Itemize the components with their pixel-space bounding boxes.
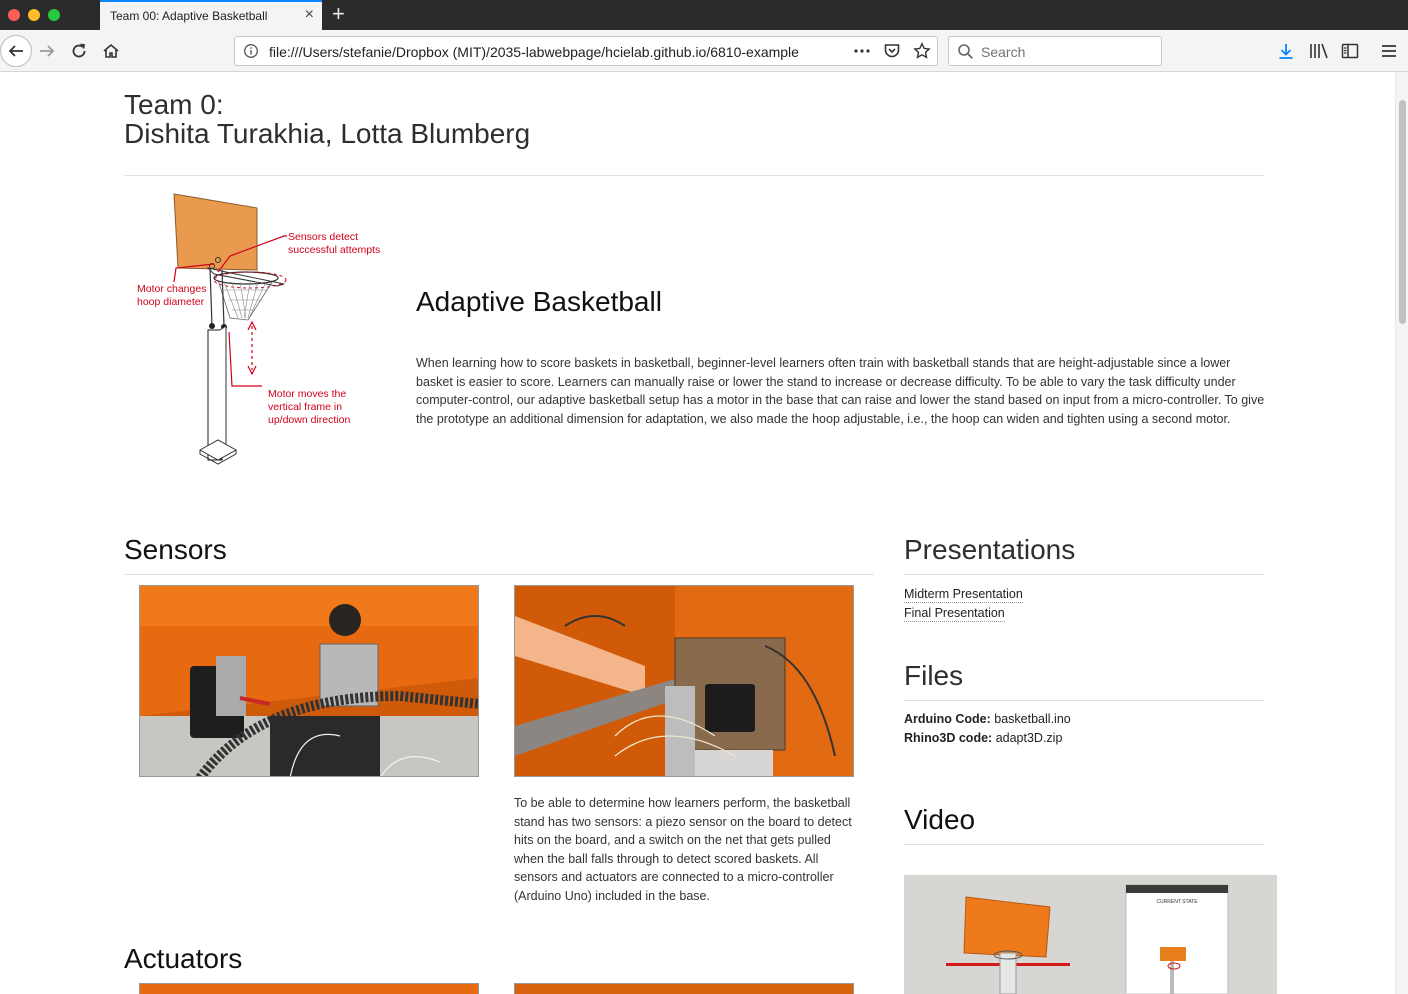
label-frame-line1: Motor moves the (268, 388, 346, 400)
file-arduino-label: Arduino Code: (904, 712, 991, 726)
search-bar[interactable]: Search (948, 36, 1162, 66)
label-hoop-line2: hoop diameter (137, 296, 205, 308)
window-titlebar: Team 00: Adaptive Basketball × + (0, 0, 1408, 30)
actuators-heading: Actuators (124, 943, 243, 974)
close-window-button[interactable] (8, 9, 20, 21)
video-player[interactable]: CURRENT STATE (904, 875, 1277, 994)
team-number: Team 0: (124, 89, 224, 120)
project-title: Adaptive Basketball (416, 286, 662, 317)
sensor-photo-switch (514, 585, 854, 777)
scrollbar-thumb[interactable] (1399, 100, 1406, 324)
tab-active[interactable]: Team 00: Adaptive Basketball × (100, 0, 322, 30)
sensors-divider (124, 574, 874, 575)
search-input[interactable]: Search (981, 44, 1025, 60)
sensor-photo-piezo (139, 585, 479, 777)
video-heading: Video (904, 804, 976, 835)
files-heading: Files (904, 660, 964, 691)
divider (124, 175, 1264, 176)
file-arduino[interactable]: Arduino Code: basketball.ino (904, 712, 1071, 726)
basketball-stand-diagram: Sensors detect successful attempts Motor… (137, 193, 380, 465)
actuator-photo-1 (139, 983, 479, 994)
file-rhino[interactable]: Rhino3D code: adapt3D.zip (904, 731, 1062, 745)
tab-close-icon[interactable]: × (305, 6, 314, 24)
page-content: Team 0: Dishita Turakhia, Lotta Blumberg… (0, 72, 1395, 994)
midterm-presentation-link[interactable]: Midterm Presentation (904, 586, 1023, 603)
label-sensors-line2: successful attempts (288, 244, 380, 256)
file-rhino-name[interactable]: adapt3D.zip (996, 731, 1063, 745)
label-hoop-line1: Motor changes (137, 283, 206, 295)
site-info-icon[interactable] (243, 43, 259, 64)
home-icon (103, 43, 119, 58)
minimize-window-button[interactable] (28, 9, 40, 21)
project-description: When learning how to score baskets in ba… (416, 356, 1265, 426)
reload-icon (72, 43, 86, 58)
vertical-scrollbar[interactable] (1395, 72, 1408, 994)
back-button[interactable] (0, 35, 32, 67)
files-divider (904, 700, 1264, 701)
actuator-photo-2 (514, 983, 854, 994)
sidebar-toggle-icon[interactable] (1341, 42, 1359, 65)
home-button[interactable] (96, 36, 126, 66)
label-frame-line2: vertical frame in (268, 401, 342, 413)
hamburger-menu-icon[interactable] (1380, 42, 1398, 65)
presentations-heading: Presentations (904, 534, 1076, 565)
bookmark-star-icon[interactable] (913, 42, 931, 60)
zoom-window-button[interactable] (48, 9, 60, 21)
final-presentation-link[interactable]: Final Presentation (904, 605, 1005, 622)
new-tab-button[interactable]: + (332, 1, 345, 27)
back-arrow-icon (8, 45, 23, 57)
file-rhino-label: Rhino3D code: (904, 731, 993, 745)
reload-button[interactable] (64, 36, 94, 66)
presentations-divider (904, 574, 1264, 575)
url-text[interactable]: file:///Users/stefanie/Dropbox (MIT)/203… (269, 44, 825, 60)
forward-arrow-icon (40, 45, 55, 57)
pocket-icon[interactable] (883, 42, 901, 60)
search-icon (957, 43, 974, 65)
file-arduino-name[interactable]: basketball.ino (994, 712, 1070, 726)
sensors-description: To be able to determine how learners per… (514, 796, 852, 903)
navigation-toolbar: file:///Users/stefanie/Dropbox (MIT)/203… (0, 30, 1408, 72)
sensors-heading: Sensors (124, 534, 227, 565)
video-screen-state-label: CURRENT STATE (1156, 899, 1198, 905)
downloads-icon[interactable] (1277, 42, 1295, 65)
team-title: Team 0: Dishita Turakhia, Lotta Blumberg (124, 90, 530, 148)
library-icon[interactable] (1309, 42, 1329, 65)
tab-title: Team 00: Adaptive Basketball (110, 9, 268, 23)
label-frame-line3: up/down direction (268, 414, 350, 426)
team-members: Dishita Turakhia, Lotta Blumberg (124, 118, 531, 149)
video-divider (904, 844, 1264, 845)
address-bar[interactable]: file:///Users/stefanie/Dropbox (MIT)/203… (234, 36, 938, 66)
forward-button[interactable] (32, 36, 62, 66)
label-sensors-line1: Sensors detect (288, 231, 358, 243)
page-actions-icon[interactable] (853, 42, 871, 60)
